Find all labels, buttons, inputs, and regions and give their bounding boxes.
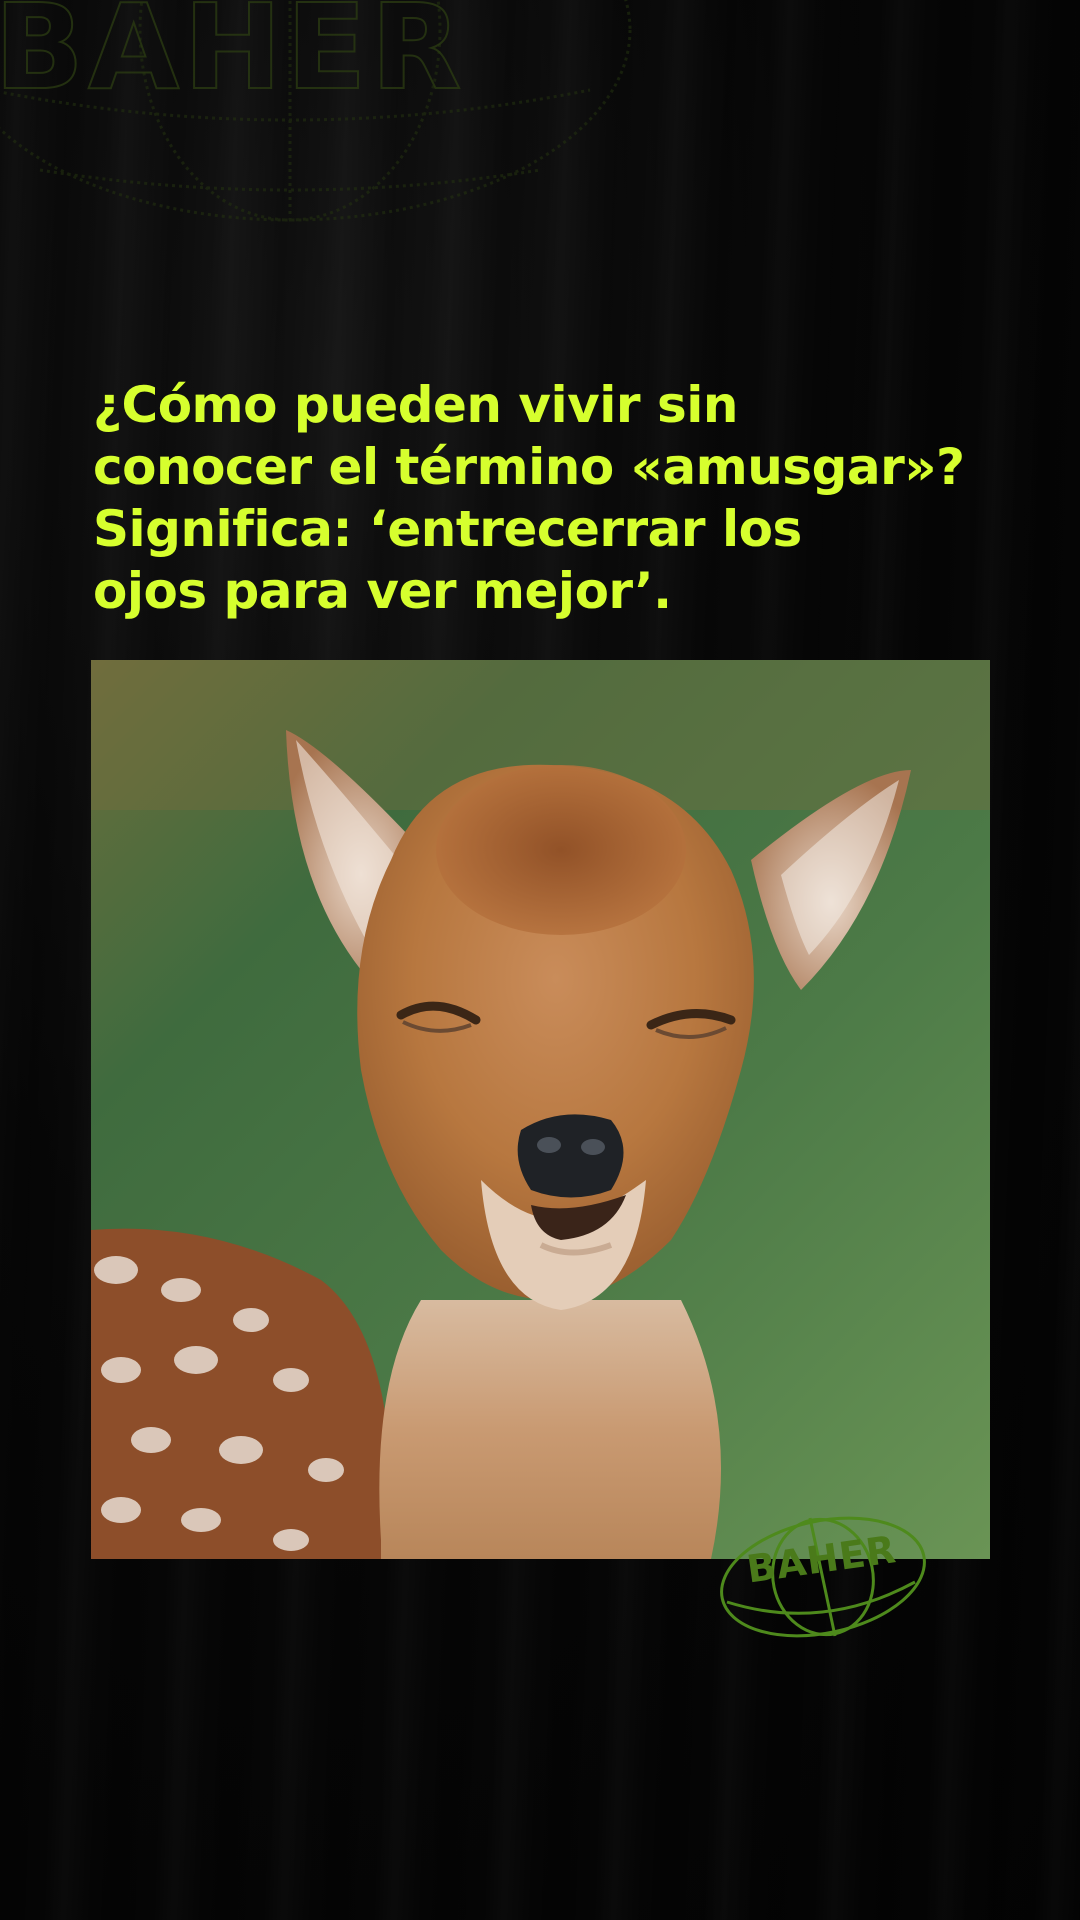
headline-line-4: ojos para ver mejor’. [93, 562, 672, 620]
fawn-photo [91, 660, 990, 1559]
headline-line-1: ¿Cómo pueden vivir sin [93, 376, 738, 434]
brand-watermark-top: BAHER [0, 0, 466, 117]
fawn-illustration [91, 660, 990, 1559]
headline-text: ¿Cómo pueden vivir sin conocer el términ… [93, 374, 1013, 622]
headline-line-2: conocer el término «amusgar»? [93, 438, 965, 496]
headline-line-3: Significa: ‘entrecerrar los [93, 500, 802, 558]
post-canvas: BAHER ¿Cómo pueden vivir sin conocer el … [0, 0, 1080, 1920]
